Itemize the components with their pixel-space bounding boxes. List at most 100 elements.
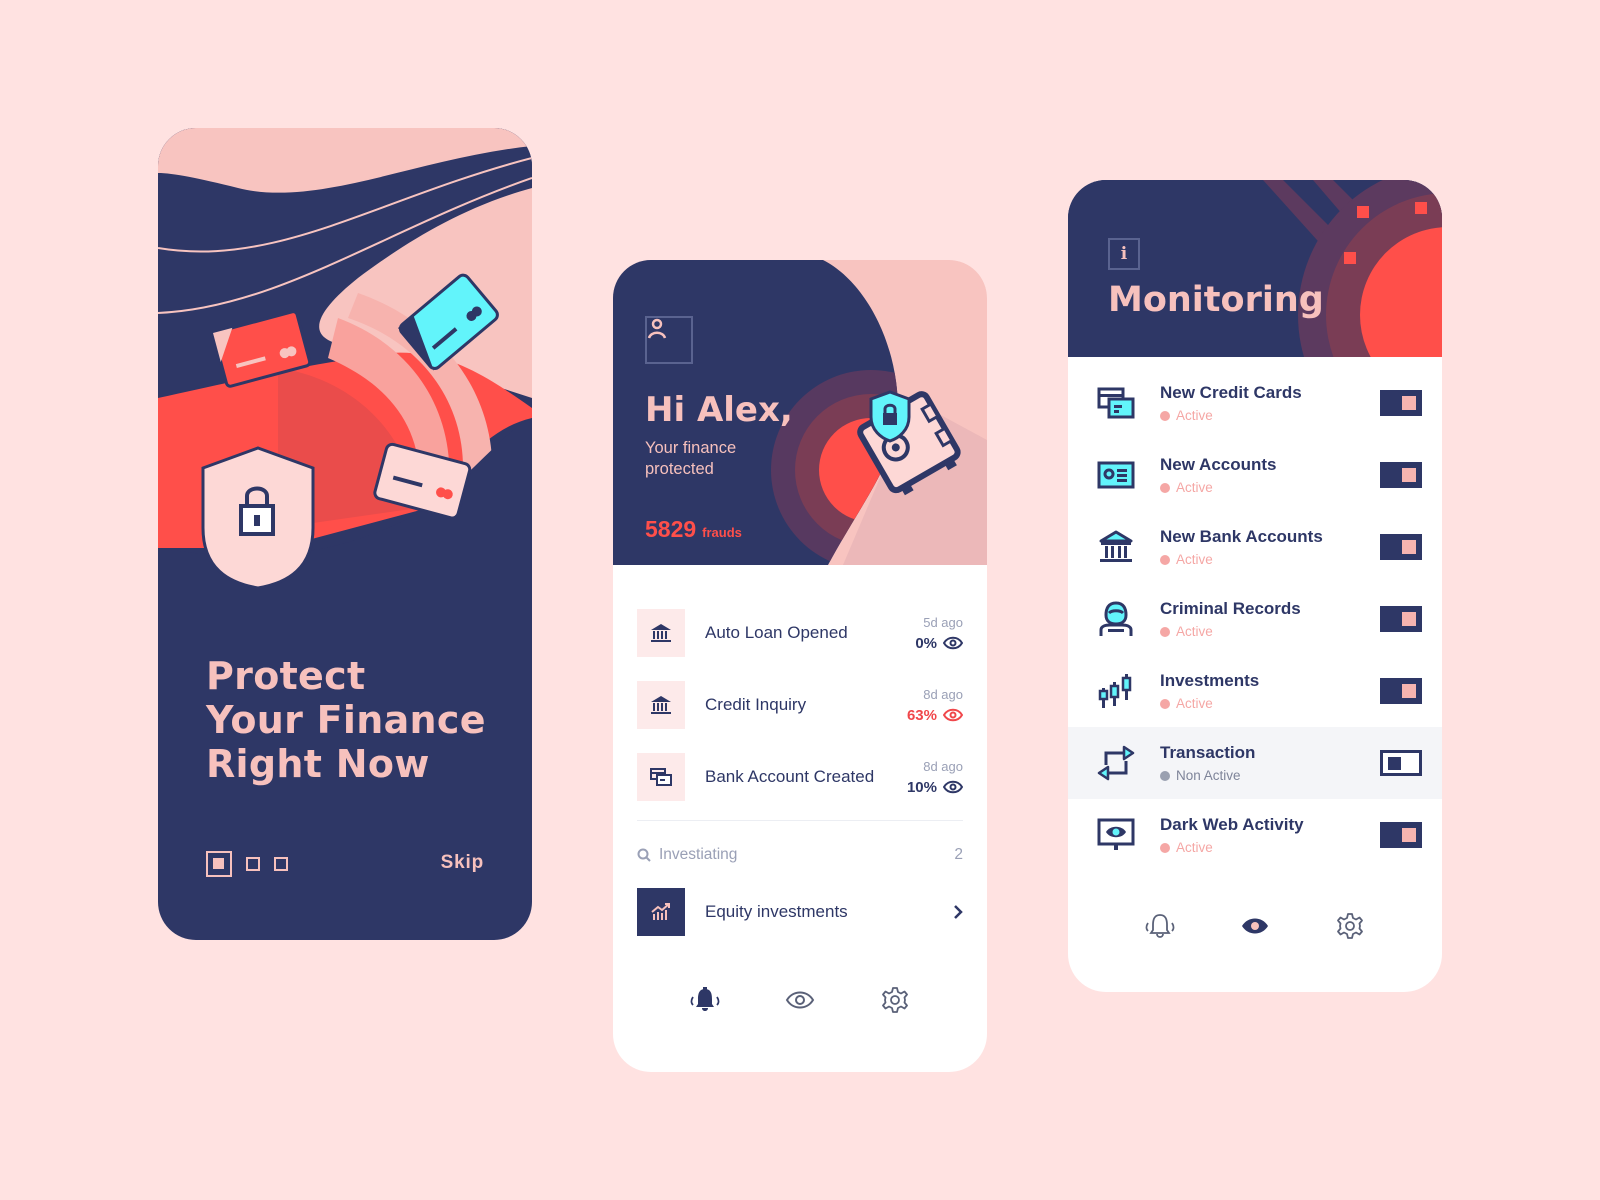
alert-percent-value: 63% — [906, 706, 937, 724]
bank-icon — [1096, 527, 1136, 567]
headline-line-3: Right Now — [206, 742, 430, 786]
tab-notifications[interactable] — [685, 980, 725, 1020]
headline-line-1: Protect — [206, 654, 366, 698]
tab-settings[interactable] — [875, 980, 915, 1020]
tab-settings[interactable] — [1330, 906, 1370, 946]
shield-lock-icon — [201, 446, 315, 590]
status-dot — [1160, 770, 1170, 781]
status-dot — [1160, 698, 1170, 709]
monitor-item-dark-web-activity[interactable]: Dark Web Activity Active — [1068, 799, 1442, 871]
alert-percent-value: 0% — [915, 634, 937, 652]
status-badge: Non Active — [1160, 768, 1380, 783]
monitor-item-new-accounts[interactable]: New Accounts Active — [1068, 439, 1442, 511]
status-text: Active — [1176, 552, 1213, 567]
alert-time: 8d ago — [923, 686, 963, 702]
gear-icon — [1337, 913, 1364, 939]
dashboard-screen: Hi Alex, Your finance protected 5829 fra… — [613, 260, 987, 1072]
status-badge: Active — [1160, 696, 1380, 711]
alert-percent-value: 10% — [906, 778, 937, 796]
monitor-item-investments[interactable]: Investments Active — [1068, 655, 1442, 727]
eye-icon[interactable] — [943, 780, 963, 794]
monitor-name: Investments — [1160, 671, 1260, 690]
monitor-toggle[interactable] — [1380, 390, 1422, 416]
monitor-item-new-bank-accounts[interactable]: New Bank Accounts Active — [1068, 511, 1442, 583]
monitor-toggle[interactable] — [1380, 606, 1422, 632]
equity-title: Equity investments — [705, 902, 848, 921]
alert-title: Bank Account Created — [705, 767, 875, 786]
cards-icon — [637, 753, 685, 801]
status-badge: Active — [1160, 480, 1380, 495]
eye-icon[interactable] — [943, 708, 963, 722]
status-dot — [1160, 842, 1170, 853]
eye-icon — [1241, 918, 1268, 934]
status-text: Active — [1176, 480, 1213, 495]
alert-item[interactable]: Auto Loan Opened 5d ago 0% — [637, 597, 963, 669]
monitoring-screen: i Monitoring New Credit Cards Active New… — [1068, 180, 1442, 992]
status-badge: Active — [1160, 624, 1380, 639]
monitor-toggle[interactable] — [1380, 462, 1422, 488]
monitor-name: Dark Web Activity — [1160, 815, 1304, 834]
alert-time: 5d ago — [923, 614, 963, 630]
monitor-name: New Accounts — [1160, 455, 1277, 474]
onboarding-headline: Protect Your Finance Right Now — [206, 654, 506, 786]
gear-icon — [882, 987, 909, 1013]
alert-item[interactable]: Credit Inquiry 8d ago 63% — [637, 669, 963, 741]
bell-icon — [1145, 914, 1175, 938]
status-dot — [1160, 482, 1170, 493]
status-dot — [1160, 626, 1170, 637]
status-dot — [1160, 410, 1170, 421]
bank-icon — [637, 609, 685, 657]
eye-icon — [785, 991, 815, 1009]
eye-icon[interactable] — [943, 636, 963, 650]
monitor-item-criminal-records[interactable]: Criminal Records Active — [1068, 583, 1442, 655]
pager-dot-1[interactable] — [206, 851, 232, 877]
alert-item[interactable]: Bank Account Created 8d ago 10% — [637, 741, 963, 813]
monitor-toggle[interactable] — [1380, 534, 1422, 560]
status-badge: Active — [1160, 408, 1380, 423]
investigating-header: Investiating 2 — [637, 846, 963, 864]
alerts-list: Auto Loan Opened 5d ago 0% Credit Inquir… — [637, 597, 963, 813]
id-card-icon — [1096, 455, 1136, 495]
info-button[interactable]: i — [1108, 238, 1140, 270]
user-icon — [647, 318, 667, 339]
fraud-counter: 5829 frauds — [645, 516, 742, 543]
pager-dot-2[interactable] — [246, 857, 260, 871]
chart-up-icon — [637, 888, 685, 936]
tab-notifications[interactable] — [1140, 906, 1180, 946]
credit-cards-icon — [1096, 383, 1136, 423]
onboarding-screen: Protect Your Finance Right Now Skip — [158, 128, 532, 940]
bank-icon — [637, 681, 685, 729]
monitor-item-transaction[interactable]: Transaction Non Active — [1068, 727, 1442, 799]
monitor-name: New Credit Cards — [1160, 383, 1302, 402]
investigating-count: 2 — [954, 846, 963, 863]
chevron-right-icon[interactable] — [953, 904, 963, 920]
dashboard-header: Hi Alex, Your finance protected 5829 fra… — [613, 260, 987, 565]
monitor-name: Transaction — [1160, 743, 1256, 762]
bell-icon — [690, 987, 720, 1011]
monitor-toggle[interactable] — [1380, 678, 1422, 704]
alert-percent: 10% — [893, 779, 963, 796]
monitor-item-new-credit-cards[interactable]: New Credit Cards Active — [1068, 367, 1442, 439]
profile-button[interactable] — [645, 316, 693, 364]
alert-title: Credit Inquiry — [705, 695, 807, 714]
monitoring-header: i Monitoring — [1068, 180, 1442, 357]
status-badge: Active — [1160, 552, 1380, 567]
monitor-toggle[interactable] — [1380, 750, 1422, 776]
alert-percent: 63% — [893, 707, 963, 724]
page-title: Monitoring — [1108, 280, 1324, 320]
monitoring-list: New Credit Cards Active New Accounts Act… — [1068, 367, 1442, 871]
skip-button[interactable]: Skip — [441, 852, 484, 874]
pager-dot-3[interactable] — [274, 857, 288, 871]
monitor-toggle[interactable] — [1380, 822, 1422, 848]
status-text: Active — [1176, 696, 1213, 711]
monitor-name: Criminal Records — [1160, 599, 1301, 618]
equity-investments-item[interactable]: Equity investments — [637, 888, 963, 936]
status-text: Non Active — [1176, 768, 1241, 783]
tab-monitor[interactable] — [1235, 906, 1275, 946]
transfer-arrows-icon — [1096, 743, 1136, 783]
fraud-unit: frauds — [702, 525, 742, 540]
search-icon — [637, 848, 651, 862]
tab-monitor[interactable] — [780, 980, 820, 1020]
greeting-subtitle: Your finance protected — [645, 439, 737, 478]
monitor-name: New Bank Accounts — [1160, 527, 1323, 546]
